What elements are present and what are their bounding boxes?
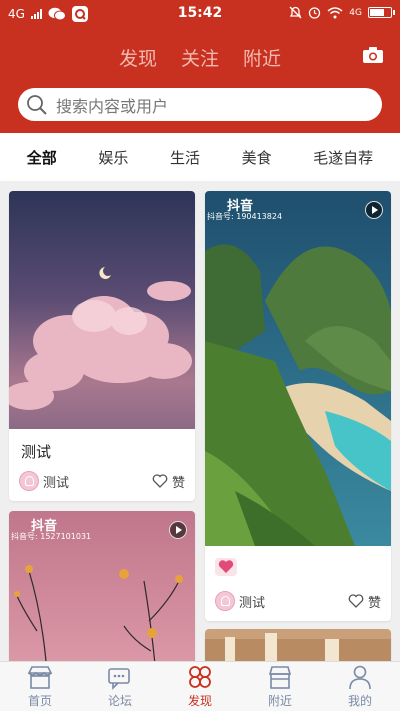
category-life[interactable]: 生活 <box>170 147 200 168</box>
tab-nearby[interactable]: 附近 <box>243 44 281 71</box>
search-icon <box>27 94 47 115</box>
douyin-id: 抖音号: 1527101031 <box>11 532 92 541</box>
heart-icon <box>348 594 364 608</box>
category-bar: 全部 娱乐 生活 美食 毛遂自荐 <box>0 133 400 181</box>
nav-label: 论坛 <box>107 694 132 708</box>
avatar[interactable] <box>19 471 39 491</box>
home-icon <box>27 666 53 689</box>
app-header: 4G 15:42 4G 发现 关注 附近 搜索内容或用户 <box>0 0 400 133</box>
network-label-right: 4G <box>349 7 362 18</box>
heart-icon <box>152 474 168 488</box>
douyin-id: 抖音号: 190413824 <box>207 212 283 221</box>
nav-discover[interactable]: 发现 <box>160 662 240 711</box>
post-image <box>9 191 195 429</box>
category-entertainment[interactable]: 娱乐 <box>98 147 128 168</box>
like-label: 赞 <box>171 475 185 491</box>
post-image <box>205 629 391 661</box>
author-name: 测试 <box>43 475 70 491</box>
category-self-recommend[interactable]: 毛遂自荐 <box>313 147 373 168</box>
post-card[interactable]: 抖音 抖音号: 190413824 测试 赞 <box>205 191 391 621</box>
like-button[interactable]: 赞 <box>152 472 185 491</box>
bottom-nav: 首页 论坛 发现 附近 我的 <box>0 661 400 711</box>
nav-forum[interactable]: 论坛 <box>80 662 160 711</box>
nav-me[interactable]: 我的 <box>320 662 400 711</box>
battery-icon <box>368 7 395 18</box>
user-icon <box>349 665 371 690</box>
nav-label: 发现 <box>187 694 212 708</box>
post-meta: 测试 赞 <box>19 471 185 491</box>
battery-level <box>370 9 384 16</box>
like-button[interactable]: 赞 <box>348 592 381 611</box>
nav-label: 首页 <box>27 694 52 708</box>
post-meta: 测试 赞 <box>215 591 381 611</box>
feed: 测试 测试 赞 抖音 抖音号: 190413824 测试 赞 抖音 抖音号: 1… <box>0 181 400 661</box>
camera-icon[interactable] <box>362 46 384 64</box>
post-card[interactable]: 抖音 抖音号: 1527101031 <box>9 511 195 661</box>
tab-discover[interactable]: 发现 <box>119 44 157 71</box>
post-title: 测试 <box>21 443 52 461</box>
nav-label: 我的 <box>347 694 372 708</box>
play-icon[interactable] <box>169 521 187 539</box>
heart-filled-icon[interactable] <box>215 558 237 576</box>
nav-nearby[interactable]: 附近 <box>240 662 320 711</box>
post-card[interactable] <box>205 629 391 661</box>
like-label: 赞 <box>367 595 381 611</box>
discover-icon <box>189 666 211 688</box>
post-image <box>205 191 391 546</box>
chat-icon <box>108 668 130 690</box>
status-bar: 4G 15:42 4G <box>0 0 400 28</box>
avatar[interactable] <box>215 591 235 611</box>
mute-bell-icon <box>289 6 302 19</box>
author-name: 测试 <box>239 595 266 611</box>
category-all[interactable]: 全部 <box>27 147 57 168</box>
post-card[interactable]: 测试 测试 赞 <box>9 191 195 501</box>
wifi-icon <box>327 6 343 18</box>
tab-follow[interactable]: 关注 <box>181 44 219 71</box>
search-bar[interactable]: 搜索内容或用户 <box>18 88 382 121</box>
category-food[interactable]: 美食 <box>242 147 272 168</box>
play-icon[interactable] <box>365 201 383 219</box>
alarm-icon <box>309 7 321 19</box>
top-tabs: 发现 关注 附近 <box>0 44 400 71</box>
search-input[interactable]: 搜索内容或用户 <box>56 93 168 117</box>
nav-label: 附近 <box>267 694 292 708</box>
store-icon <box>268 666 292 689</box>
nav-home[interactable]: 首页 <box>0 662 80 711</box>
